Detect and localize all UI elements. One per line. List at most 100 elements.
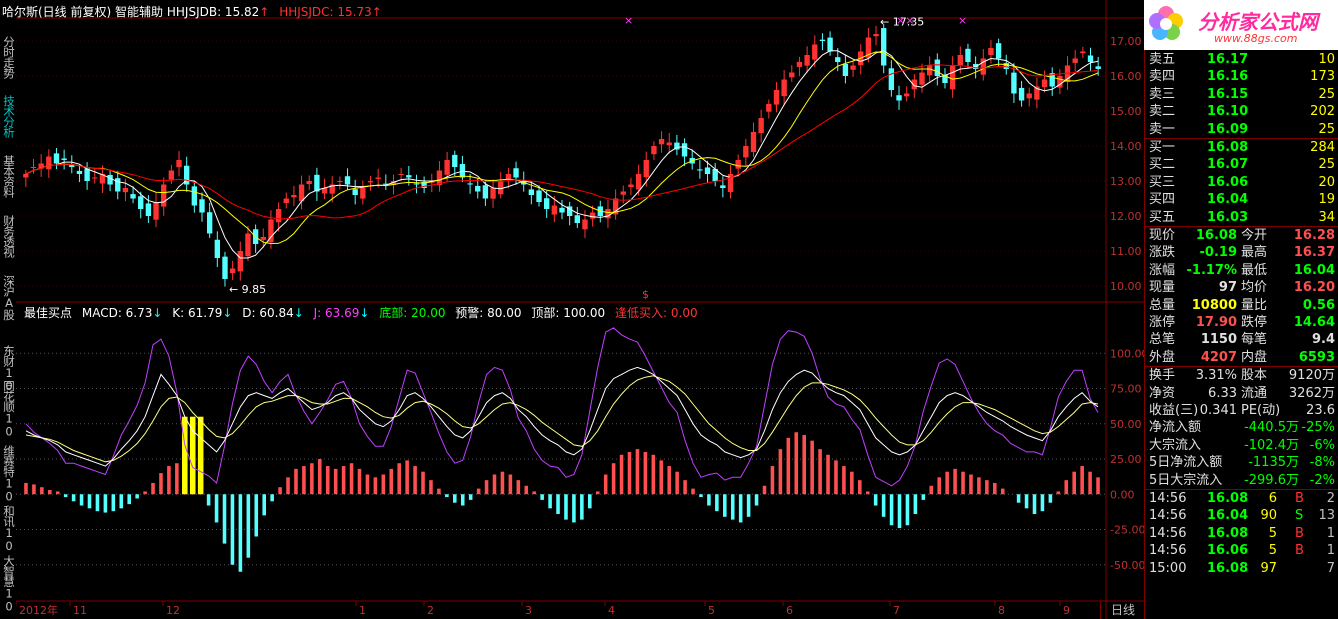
candle-down xyxy=(544,198,550,209)
j-value: J: 63.69 xyxy=(313,306,360,320)
quote-label: 现价 xyxy=(1149,228,1176,243)
candle-down xyxy=(214,239,220,258)
finance-row: 净资 6.33 流通 3262万 xyxy=(1145,385,1338,402)
side-tab-7[interactable]: 同花顺10 xyxy=(0,380,16,438)
side-tab-9[interactable]: 和讯10 xyxy=(0,505,16,552)
tick-row: 14:56 16.08 6 B 2 xyxy=(1145,490,1338,507)
candle-up xyxy=(161,184,167,207)
candle-down xyxy=(467,183,473,185)
candle-down xyxy=(965,48,971,62)
candle-up xyxy=(168,170,175,180)
candle-down xyxy=(704,167,711,174)
finance-label: 流通 xyxy=(1241,385,1268,401)
quote-row: 涨幅 -1.17% 最低 16.04 xyxy=(1145,262,1338,279)
candle-up xyxy=(804,55,810,66)
quote-label: 今开 xyxy=(1241,228,1268,243)
candle-up xyxy=(789,72,795,78)
candle-down xyxy=(536,190,542,202)
sell-label: 卖五 xyxy=(1149,52,1176,67)
candle-down xyxy=(206,212,213,234)
flow-row: 5日净流入额 -1135万 -8% xyxy=(1145,454,1338,471)
macd-arrow: ↓ xyxy=(152,306,163,320)
tick-price: 16.06 xyxy=(1207,543,1249,559)
d-value: D: 60.84 xyxy=(242,306,294,320)
buy-signal-bar xyxy=(182,416,188,495)
candle-up xyxy=(245,233,251,257)
bottom-value: 底部: 20.00 xyxy=(379,306,446,320)
candle-up xyxy=(122,188,129,193)
candle-down xyxy=(107,174,113,185)
indicator-name: 智能辅助 xyxy=(115,5,164,19)
sell-label: 卖四 xyxy=(1149,69,1176,85)
candle-up xyxy=(605,209,611,219)
tick-row: 14:56 16.06 5 B 1 xyxy=(1145,542,1338,559)
tick-volume: 97 xyxy=(1260,560,1277,576)
quote-label: 总笔 xyxy=(1149,332,1176,348)
quote-row: 现价 16.08 今开 16.28 xyxy=(1145,227,1338,244)
finance-label: 股本 xyxy=(1241,368,1268,384)
buy-price: 16.08 xyxy=(1207,140,1249,155)
period-daily-button[interactable]: 日线 xyxy=(1100,602,1145,619)
sell-volume: 25 xyxy=(1318,86,1335,102)
candle-up xyxy=(498,181,504,195)
quote-value: 16.37 xyxy=(1293,245,1335,261)
side-tab-8[interactable]: 维赛特10 xyxy=(0,445,16,503)
price-tick-label: 15.00 xyxy=(1110,105,1142,118)
candle-down xyxy=(84,168,90,181)
quote-label: 现量 xyxy=(1149,280,1176,296)
candle-up xyxy=(260,237,266,240)
candle-up xyxy=(337,181,343,182)
flow-label: 大宗流入 xyxy=(1149,437,1202,453)
finance-row: 收益(三) 0.341 PE(动) 23.6 xyxy=(1145,402,1338,419)
flow-value: -102.4万 xyxy=(1244,437,1299,453)
candle-up xyxy=(367,181,374,183)
tick-row: 14:56 16.04 90 S 13 xyxy=(1145,507,1338,524)
buy-row: 买四 16.04 19 xyxy=(1145,191,1338,208)
sell-volume: 173 xyxy=(1310,69,1335,85)
side-tab-4[interactable]: 财务透视 xyxy=(0,215,16,257)
side-tab-2[interactable]: 技术分析 xyxy=(0,95,16,137)
candle-up xyxy=(398,174,404,175)
candle-up xyxy=(643,160,649,178)
time-tick-label: 4 xyxy=(608,604,615,617)
sell-price: 16.17 xyxy=(1207,52,1249,67)
flow-label: 5日大宗流入 xyxy=(1149,472,1223,488)
candle-down xyxy=(819,39,826,41)
side-tab-1[interactable]: 分时走势 xyxy=(0,36,16,78)
low-price-label: ← 9.85 xyxy=(229,283,266,296)
candle-up xyxy=(360,188,366,199)
flow-percent: -25% xyxy=(1301,420,1335,436)
side-tab-3[interactable]: 基本资料 xyxy=(0,155,16,197)
hhjsjdb-arrow: ↑ xyxy=(259,5,270,19)
side-tab-10[interactable]: 大智慧10 xyxy=(0,555,16,613)
candle-up xyxy=(949,65,956,90)
buy-row: 买一 16.08 284 xyxy=(1145,139,1338,156)
buy-volume: 284 xyxy=(1310,140,1335,155)
candle-up xyxy=(291,195,297,198)
candle-up xyxy=(988,48,994,56)
candle-up xyxy=(750,132,757,153)
quote-value: 97 xyxy=(1218,280,1237,296)
candle-down xyxy=(896,95,902,101)
candle-up xyxy=(306,181,312,185)
tick-price: 16.04 xyxy=(1207,508,1249,524)
k-value: K: 61.79 xyxy=(172,306,223,320)
buy-value: 逢低买入: 0.00 xyxy=(615,306,698,320)
sell-label: 卖三 xyxy=(1149,86,1176,102)
tick-volume: 6 xyxy=(1268,491,1277,506)
candle-down xyxy=(1018,87,1025,101)
candle-up xyxy=(46,156,52,170)
candle-up xyxy=(23,174,29,178)
price-tick-label: 10.00 xyxy=(1110,280,1142,293)
warn-value: 预警: 80.00 xyxy=(455,306,522,320)
side-tab-5[interactable]: 深沪A股 xyxy=(0,275,16,320)
indicator-tick-label: 50.00 xyxy=(1110,418,1142,431)
tick-time: 14:56 xyxy=(1149,491,1187,506)
candle-up xyxy=(904,93,910,97)
time-tick-label: 9 xyxy=(1063,604,1070,617)
sell-row: 卖一 16.09 25 xyxy=(1145,121,1338,138)
quote-label: 量比 xyxy=(1241,297,1268,313)
flow-row: 大宗流入 -102.4万 -6% xyxy=(1145,437,1338,454)
candle-up xyxy=(283,198,289,204)
candle-up xyxy=(796,62,803,67)
